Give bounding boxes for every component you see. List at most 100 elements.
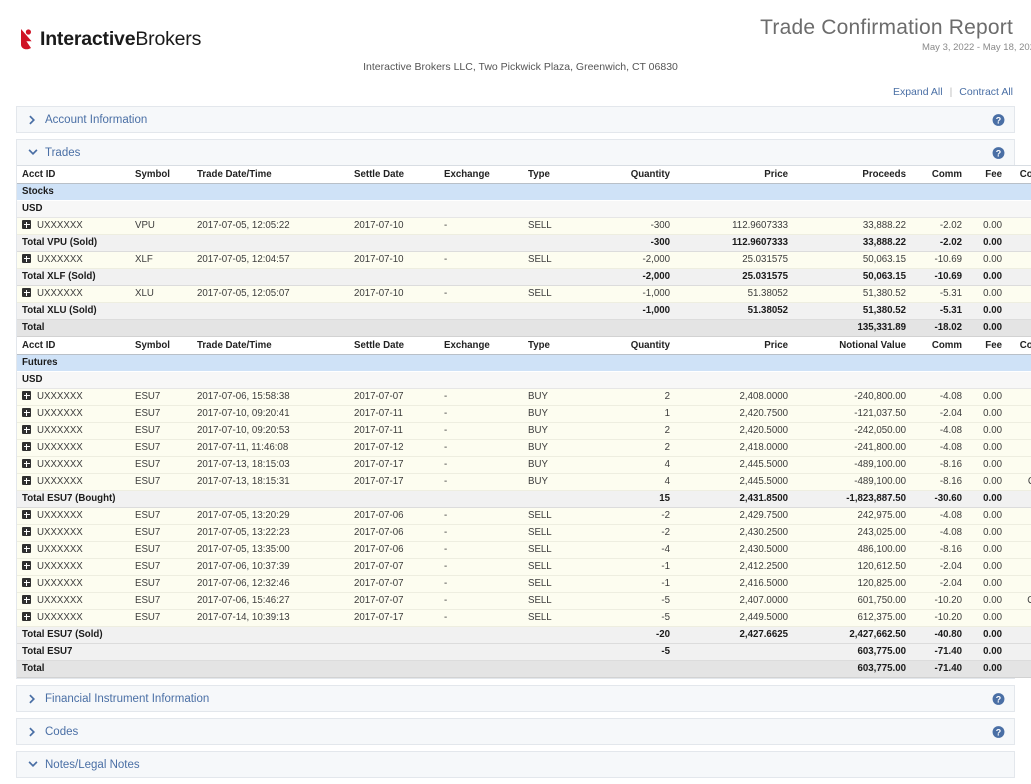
proceeds-cell: 243,025.00 bbox=[793, 525, 911, 542]
column-header-comm[interactable]: Comm bbox=[911, 337, 967, 355]
section-header-account-information[interactable]: Account Information ? bbox=[17, 107, 1014, 132]
column-header-price[interactable]: Price bbox=[675, 337, 793, 355]
column-header-trade-date-time[interactable]: Trade Date/Time bbox=[192, 166, 349, 184]
expand-plus-icon[interactable] bbox=[22, 442, 31, 451]
price-cell: 51.38052 bbox=[675, 286, 793, 303]
section-header-financial-instrument-information[interactable]: Financial Instrument Information ? bbox=[17, 686, 1014, 711]
column-header-quantity[interactable]: Quantity bbox=[579, 337, 675, 355]
comm-cell: -4.08 bbox=[911, 508, 967, 525]
expand-plus-icon[interactable] bbox=[22, 288, 31, 297]
column-header-settle-date[interactable]: Settle Date bbox=[349, 166, 439, 184]
expand-all-link[interactable]: Expand All bbox=[893, 86, 943, 98]
column-header-notional-value[interactable]: Notional Value bbox=[793, 337, 911, 355]
page-title: Trade Confirmation Report bbox=[760, 16, 1013, 40]
comm-cell: -10.69 bbox=[911, 269, 967, 286]
price-cell bbox=[675, 320, 793, 337]
table-row[interactable]: UXXXXXXESU72017-07-06, 15:46:272017-07-0… bbox=[17, 593, 1031, 610]
exchange-cell: - bbox=[439, 218, 523, 235]
total-label-cell: Total bbox=[17, 661, 579, 678]
contract-all-link[interactable]: Contract All bbox=[959, 86, 1013, 98]
column-header-code[interactable]: Code bbox=[1007, 166, 1031, 184]
column-header-acct-id[interactable]: Acct ID bbox=[17, 166, 130, 184]
column-header-proceeds[interactable]: Proceeds bbox=[793, 166, 911, 184]
column-header-settle-date[interactable]: Settle Date bbox=[349, 337, 439, 355]
settle-date-cell: 2017-07-17 bbox=[349, 457, 439, 474]
acct-id-cell: UXXXXXX bbox=[17, 440, 130, 457]
fee-cell: 0.00 bbox=[967, 474, 1007, 491]
expand-plus-icon[interactable] bbox=[22, 391, 31, 400]
type-cell: SELL bbox=[523, 576, 579, 593]
expand-plus-icon[interactable] bbox=[22, 254, 31, 263]
total-label-cell: Total ESU7 (Sold) bbox=[17, 627, 579, 644]
table-row[interactable]: UXXXXXXESU72017-07-06, 10:37:392017-07-0… bbox=[17, 559, 1031, 576]
table-row[interactable]: UXXXXXXESU72017-07-06, 15:58:382017-07-0… bbox=[17, 389, 1031, 406]
column-header-symbol[interactable]: Symbol bbox=[130, 166, 192, 184]
expand-plus-icon[interactable] bbox=[22, 527, 31, 536]
table-row[interactable]: UXXXXXXXLF2017-07-05, 12:04:572017-07-10… bbox=[17, 252, 1031, 269]
expand-plus-icon[interactable] bbox=[22, 459, 31, 468]
expand-plus-icon[interactable] bbox=[22, 544, 31, 553]
proceeds-cell: 51,380.52 bbox=[793, 303, 911, 320]
table-row[interactable]: UXXXXXXESU72017-07-05, 13:20:292017-07-0… bbox=[17, 508, 1031, 525]
expand-plus-icon[interactable] bbox=[22, 578, 31, 587]
proceeds-cell: 601,750.00 bbox=[793, 593, 911, 610]
table-row[interactable]: UXXXXXXESU72017-07-05, 13:35:002017-07-0… bbox=[17, 542, 1031, 559]
expand-plus-icon[interactable] bbox=[22, 408, 31, 417]
settle-date-cell: 2017-07-17 bbox=[349, 474, 439, 491]
expand-plus-icon[interactable] bbox=[22, 220, 31, 229]
table-row[interactable]: UXXXXXXXLU2017-07-05, 12:05:072017-07-10… bbox=[17, 286, 1031, 303]
help-icon[interactable]: ? bbox=[992, 146, 1005, 159]
comm-cell: -8.16 bbox=[911, 474, 967, 491]
quantity-cell: 4 bbox=[579, 474, 675, 491]
column-header-code[interactable]: Code bbox=[1007, 337, 1031, 355]
column-header-trade-date-time[interactable]: Trade Date/Time bbox=[192, 337, 349, 355]
settle-date-cell: 2017-07-11 bbox=[349, 406, 439, 423]
report-date-range: May 3, 2022 - May 18, 202 bbox=[782, 42, 1031, 53]
help-icon[interactable]: ? bbox=[992, 113, 1005, 126]
column-header-exchange[interactable]: Exchange bbox=[439, 337, 523, 355]
table-row[interactable]: UXXXXXXESU72017-07-14, 10:39:132017-07-1… bbox=[17, 610, 1031, 627]
table-row[interactable]: UXXXXXXVPU2017-07-05, 12:05:222017-07-10… bbox=[17, 218, 1031, 235]
table-row[interactable]: UXXXXXXESU72017-07-05, 13:22:232017-07-0… bbox=[17, 525, 1031, 542]
type-cell: BUY bbox=[523, 457, 579, 474]
settle-date-cell: 2017-07-10 bbox=[349, 252, 439, 269]
column-header-fee[interactable]: Fee bbox=[967, 166, 1007, 184]
fee-cell: 0.00 bbox=[967, 593, 1007, 610]
section-header-trades[interactable]: Trades ? bbox=[17, 140, 1014, 165]
acct-id-cell: UXXXXXX bbox=[17, 559, 130, 576]
column-header-quantity[interactable]: Quantity bbox=[579, 166, 675, 184]
column-header-comm[interactable]: Comm bbox=[911, 166, 967, 184]
help-icon[interactable]: ? bbox=[992, 725, 1005, 738]
expand-plus-icon[interactable] bbox=[22, 510, 31, 519]
symbol-cell: ESU7 bbox=[130, 423, 192, 440]
column-header-fee[interactable]: Fee bbox=[967, 337, 1007, 355]
help-icon[interactable]: ? bbox=[992, 692, 1005, 705]
type-cell: SELL bbox=[523, 252, 579, 269]
acct-id-cell: UXXXXXX bbox=[17, 474, 130, 491]
table-row[interactable]: UXXXXXXESU72017-07-10, 09:20:412017-07-1… bbox=[17, 406, 1031, 423]
expand-plus-icon[interactable] bbox=[22, 612, 31, 621]
table-row[interactable]: UXXXXXXESU72017-07-13, 18:15:312017-07-1… bbox=[17, 474, 1031, 491]
acct-id-label: UXXXXXX bbox=[37, 595, 83, 606]
column-header-acct-id[interactable]: Acct ID bbox=[17, 337, 130, 355]
expand-plus-icon[interactable] bbox=[22, 476, 31, 485]
expand-plus-icon[interactable] bbox=[22, 425, 31, 434]
table-row[interactable]: UXXXXXXESU72017-07-13, 18:15:032017-07-1… bbox=[17, 457, 1031, 474]
table-row[interactable]: UXXXXXXESU72017-07-11, 11:46:082017-07-1… bbox=[17, 440, 1031, 457]
table-row[interactable]: UXXXXXXESU72017-07-06, 12:32:462017-07-0… bbox=[17, 576, 1031, 593]
expand-plus-icon[interactable] bbox=[22, 595, 31, 604]
column-header-type[interactable]: Type bbox=[523, 337, 579, 355]
column-header-type[interactable]: Type bbox=[523, 166, 579, 184]
price-cell bbox=[675, 644, 793, 661]
column-header-symbol[interactable]: Symbol bbox=[130, 337, 192, 355]
quantity-cell: -5 bbox=[579, 610, 675, 627]
expand-plus-icon[interactable] bbox=[22, 561, 31, 570]
column-header-price[interactable]: Price bbox=[675, 166, 793, 184]
table-row[interactable]: UXXXXXXESU72017-07-10, 09:20:532017-07-1… bbox=[17, 423, 1031, 440]
code-cell: O bbox=[1007, 525, 1031, 542]
column-header-exchange[interactable]: Exchange bbox=[439, 166, 523, 184]
section-header-notes-legal-notes[interactable]: Notes/Legal Notes bbox=[17, 752, 1014, 777]
acct-id-label: UXXXXXX bbox=[37, 612, 83, 623]
report-title-block: Trade Confirmation Report May 3, 2022 - … bbox=[760, 16, 1013, 53]
section-header-codes[interactable]: Codes ? bbox=[17, 719, 1014, 744]
